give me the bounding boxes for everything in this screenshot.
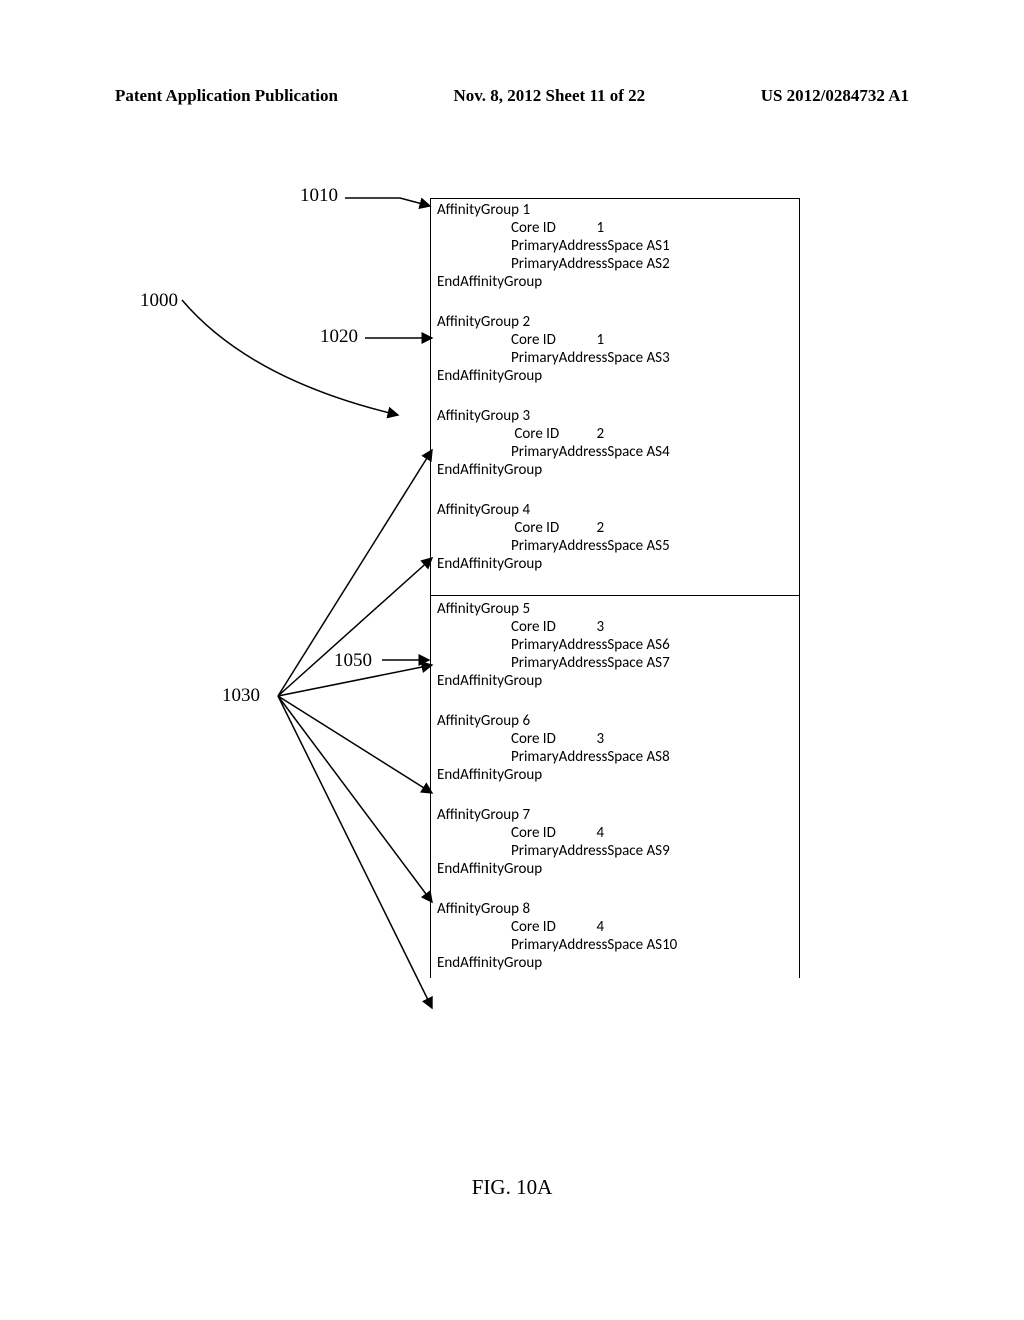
group-line: PrimaryAddressSpace AS9 <box>431 842 799 860</box>
group-4: AffinityGroup 4 Core ID 2 PrimaryAddress… <box>431 501 799 573</box>
group-7: AffinityGroup 7 Core ID 4 PrimaryAddress… <box>431 806 799 878</box>
group-end: EndAffinityGroup <box>431 461 799 479</box>
group-line: Core ID 3 <box>431 618 799 636</box>
group-line: Core ID 4 <box>431 918 799 936</box>
group-end: EndAffinityGroup <box>431 672 799 690</box>
group-line: Core ID 1 <box>431 331 799 349</box>
group-line: PrimaryAddressSpace AS10 <box>431 936 799 954</box>
ref-1020: 1020 <box>320 326 358 348</box>
group-line: PrimaryAddressSpace AS4 <box>431 443 799 461</box>
group-line: PrimaryAddressSpace AS6 <box>431 636 799 654</box>
group-3: AffinityGroup 3 Core ID 2 PrimaryAddress… <box>431 407 799 479</box>
header-left: Patent Application Publication <box>115 86 338 106</box>
group-line: Core ID 1 <box>431 219 799 237</box>
group-line: Core ID 2 <box>431 425 799 443</box>
group-line: PrimaryAddressSpace AS2 <box>431 255 799 273</box>
affinity-groups-box: AffinityGroup 1 Core ID 1 PrimaryAddress… <box>430 198 800 978</box>
figure-caption: FIG. 10A <box>0 1175 1024 1200</box>
group-5: AffinityGroup 5 Core ID 3 PrimaryAddress… <box>431 600 799 690</box>
header-right: US 2012/0284732 A1 <box>761 86 909 106</box>
group-title: AffinityGroup 2 <box>431 313 799 331</box>
group-line: PrimaryAddressSpace AS5 <box>431 537 799 555</box>
group-title: AffinityGroup 7 <box>431 806 799 824</box>
group-line: Core ID 2 <box>431 519 799 537</box>
divider <box>431 595 799 596</box>
group-line: PrimaryAddressSpace AS8 <box>431 748 799 766</box>
ref-1010: 1010 <box>300 185 338 207</box>
group-title: AffinityGroup 8 <box>431 900 799 918</box>
group-line: Core ID 4 <box>431 824 799 842</box>
group-title: AffinityGroup 4 <box>431 501 799 519</box>
group-end: EndAffinityGroup <box>431 766 799 784</box>
group-6: AffinityGroup 6 Core ID 3 PrimaryAddress… <box>431 712 799 784</box>
group-line: PrimaryAddressSpace AS3 <box>431 349 799 367</box>
group-line: PrimaryAddressSpace AS7 <box>431 654 799 672</box>
ref-1030: 1030 <box>222 685 260 707</box>
header-center: Nov. 8, 2012 Sheet 11 of 22 <box>453 86 645 106</box>
group-1: AffinityGroup 1 Core ID 1 PrimaryAddress… <box>431 201 799 291</box>
group-title: AffinityGroup 6 <box>431 712 799 730</box>
group-title: AffinityGroup 5 <box>431 600 799 618</box>
ref-1050: 1050 <box>334 650 372 672</box>
group-title: AffinityGroup 1 <box>431 201 799 219</box>
group-2: AffinityGroup 2 Core ID 1 PrimaryAddress… <box>431 313 799 385</box>
group-line: PrimaryAddressSpace AS1 <box>431 237 799 255</box>
page-header: Patent Application Publication Nov. 8, 2… <box>0 86 1024 106</box>
group-title: AffinityGroup 3 <box>431 407 799 425</box>
group-end: EndAffinityGroup <box>431 555 799 573</box>
group-end: EndAffinityGroup <box>431 367 799 385</box>
group-end: EndAffinityGroup <box>431 860 799 878</box>
group-end: EndAffinityGroup <box>431 954 799 972</box>
group-line: Core ID 3 <box>431 730 799 748</box>
group-end: EndAffinityGroup <box>431 273 799 291</box>
group-8: AffinityGroup 8 Core ID 4 PrimaryAddress… <box>431 900 799 972</box>
ref-1000: 1000 <box>140 290 178 312</box>
